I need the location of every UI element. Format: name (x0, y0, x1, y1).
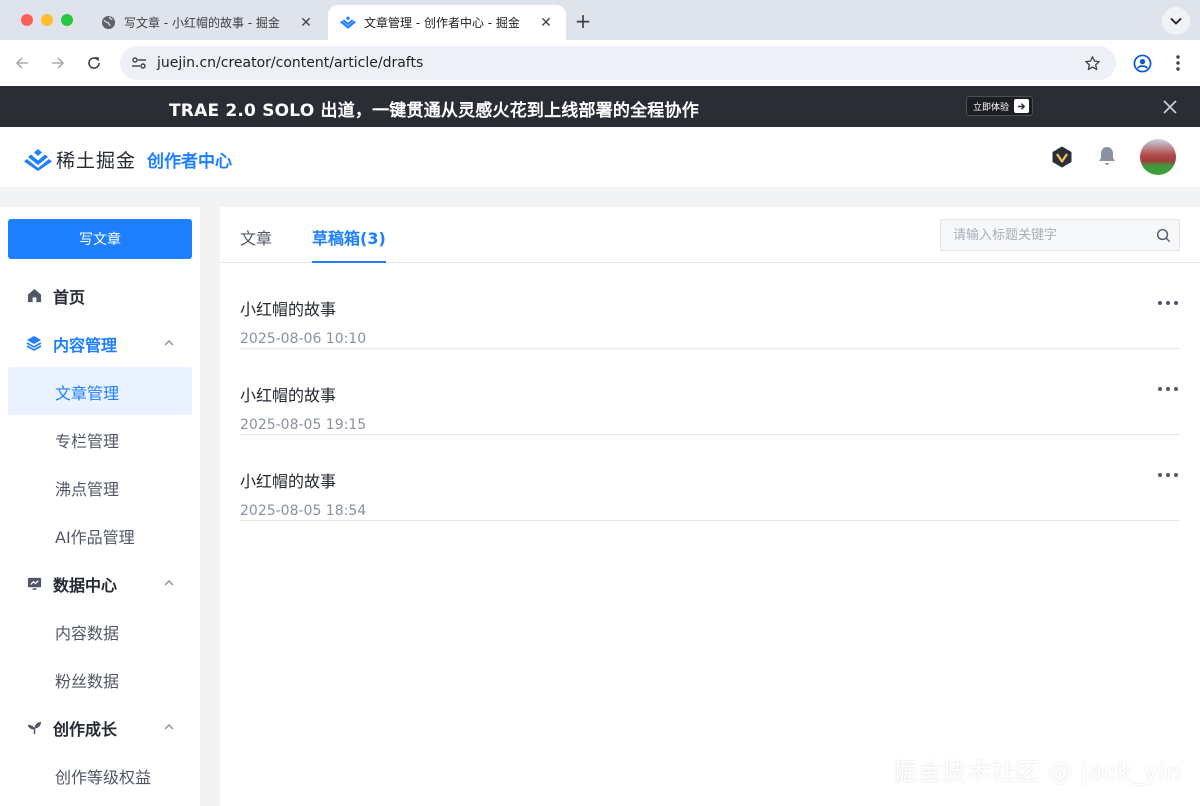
reload-icon[interactable] (83, 52, 105, 74)
arrow-right-icon (1014, 99, 1030, 113)
chevron-up-icon (164, 340, 174, 346)
promo-banner-text: TRAE 2.0 SOLO 出道，一键贯通从灵感火花到上线部署的全程协作 (169, 101, 699, 121)
browser-menu-icon[interactable] (1168, 52, 1188, 74)
sprout-icon (26, 719, 42, 735)
juejin-logo[interactable]: 稀土掘金 (24, 146, 136, 173)
browser-tab-bar: 写文章 - 小红帽的故事 - 掘金 ✕ 文章管理 - 创作者中心 - 掘金 ✕ … (0, 0, 1200, 40)
vip-badge-icon[interactable] (1050, 145, 1074, 169)
sidebar-item-label: 内容管理 (53, 336, 118, 355)
sidebar-item-article-management[interactable]: 文章管理 (8, 367, 192, 415)
sidebar-item-label: 首页 (53, 288, 86, 307)
list-item[interactable]: 小红帽的故事 2025-08-06 10:10 (240, 263, 1180, 349)
list-item[interactable]: 小红帽的故事 2025-08-05 18:54 (240, 435, 1180, 521)
search-box (940, 219, 1180, 251)
sidebar-item-label: 文章管理 (55, 384, 120, 403)
bookmark-star-icon[interactable] (1082, 53, 1102, 73)
promo-banner: TRAE 2.0 SOLO 出道，一键贯通从灵感火花到上线部署的全程协作 立即体… (0, 86, 1200, 127)
list-item[interactable]: 小红帽的故事 2025-08-05 19:15 (240, 349, 1180, 435)
sidebar-item-label: 创作等级权益 (55, 768, 152, 787)
sidebar-item-label: 粉丝数据 (55, 672, 120, 691)
globe-icon (100, 15, 116, 31)
browser-tab-article-management[interactable]: 文章管理 - 创作者中心 - 掘金 ✕ (328, 5, 566, 40)
browser-tab-write-article[interactable]: 写文章 - 小红帽的故事 - 掘金 ✕ (88, 5, 326, 40)
sidebar-item-label: 内容数据 (55, 624, 120, 643)
tab-search-chevron-icon[interactable] (1162, 7, 1190, 35)
browser-profile-icon[interactable] (1131, 52, 1153, 74)
juejin-logo-icon (24, 148, 52, 171)
draft-title[interactable]: 小红帽的故事 (240, 382, 336, 406)
juejin-favicon-icon (340, 15, 356, 31)
sidebar-item-label: 创作成长 (53, 720, 118, 739)
promo-cta-label: 立即体验 (973, 102, 1010, 113)
sidebar-item-creator-level-benefits[interactable]: 创作等级权益 (8, 751, 192, 799)
sidebar-item-column-management[interactable]: 专栏管理 (8, 415, 192, 463)
url-text: juejin.cn/creator/content/article/drafts (157, 55, 424, 71)
sidebar-item-label: 专栏管理 (55, 432, 120, 451)
new-tab-button[interactable]: + (572, 10, 594, 32)
tab-articles[interactable]: 文章 (240, 225, 272, 263)
banner-close-icon[interactable] (1160, 97, 1180, 117)
draft-date: 2025-08-05 18:54 (240, 503, 367, 519)
notification-bell-icon[interactable] (1097, 145, 1117, 167)
more-options-icon[interactable] (1158, 299, 1178, 307)
tab-drafts[interactable]: 草稿箱(3) (312, 225, 386, 263)
site-settings-icon[interactable] (130, 54, 148, 72)
home-icon (26, 287, 42, 303)
avatar[interactable] (1140, 139, 1176, 175)
tab-close-icon[interactable]: ✕ (298, 15, 314, 31)
draft-title[interactable]: 小红帽的故事 (240, 296, 336, 320)
sidebar: 写文章 首页 内容管理 文章管理 专栏管理 沸点管理 AI作品管理 数据中心 内… (0, 207, 200, 806)
browser-toolbar: juejin.cn/creator/content/article/drafts (0, 40, 1200, 86)
sidebar-item-content-management[interactable]: 内容管理 (8, 319, 192, 367)
draft-date: 2025-08-06 10:10 (240, 331, 367, 347)
logo-text: 稀土掘金 (56, 150, 137, 172)
layers-icon (26, 335, 42, 351)
address-bar[interactable]: juejin.cn/creator/content/article/drafts (120, 46, 1116, 80)
draft-date: 2025-08-05 19:15 (240, 417, 367, 433)
sidebar-item-label: AI作品管理 (55, 528, 135, 547)
sidebar-item-content-data[interactable]: 内容数据 (8, 607, 192, 655)
sidebar-item-creator-growth[interactable]: 创作成长 (8, 703, 192, 751)
sidebar-item-ai-works-management[interactable]: AI作品管理 (8, 511, 192, 559)
tab-close-icon[interactable]: ✕ (538, 15, 554, 31)
more-options-icon[interactable] (1158, 385, 1178, 393)
chevron-up-icon (164, 724, 174, 730)
sidebar-item-home[interactable]: 首页 (8, 271, 192, 319)
tab-title: 写文章 - 小红帽的故事 - 掘金 (124, 16, 280, 30)
back-arrow-icon[interactable] (11, 52, 33, 74)
sidebar-item-pins-management[interactable]: 沸点管理 (8, 463, 192, 511)
forward-arrow-icon[interactable] (47, 52, 69, 74)
promo-cta-button[interactable]: 立即体验 (966, 96, 1034, 116)
window-close-button[interactable] (21, 14, 33, 26)
monitor-chart-icon (26, 575, 42, 591)
more-options-icon[interactable] (1158, 471, 1178, 479)
write-article-button[interactable]: 写文章 (8, 219, 192, 259)
search-icon[interactable] (1156, 228, 1171, 243)
content-tabs: 文章 草稿箱(3) (220, 207, 1200, 263)
sidebar-item-follower-data[interactable]: 粉丝数据 (8, 655, 192, 703)
window-zoom-button[interactable] (61, 14, 73, 26)
tab-title: 文章管理 - 创作者中心 - 掘金 (364, 16, 520, 30)
drafts-panel: 文章 草稿箱(3) 小红帽的故事 2025-08-06 10:10 小红帽的故事… (220, 207, 1200, 806)
window-minimize-button[interactable] (41, 14, 53, 26)
draft-title[interactable]: 小红帽的故事 (240, 468, 336, 492)
sidebar-item-label: 沸点管理 (55, 480, 120, 499)
search-input[interactable] (941, 220, 1151, 250)
sidebar-item-data-center[interactable]: 数据中心 (8, 559, 192, 607)
watermark-text: 掘金技术社区 @ jack_yin (893, 758, 1182, 786)
site-header: 稀土掘金 创作者中心 (0, 127, 1200, 187)
page-title[interactable]: 创作者中心 (147, 147, 232, 172)
chevron-up-icon (164, 580, 174, 586)
sidebar-item-label: 数据中心 (53, 576, 118, 595)
